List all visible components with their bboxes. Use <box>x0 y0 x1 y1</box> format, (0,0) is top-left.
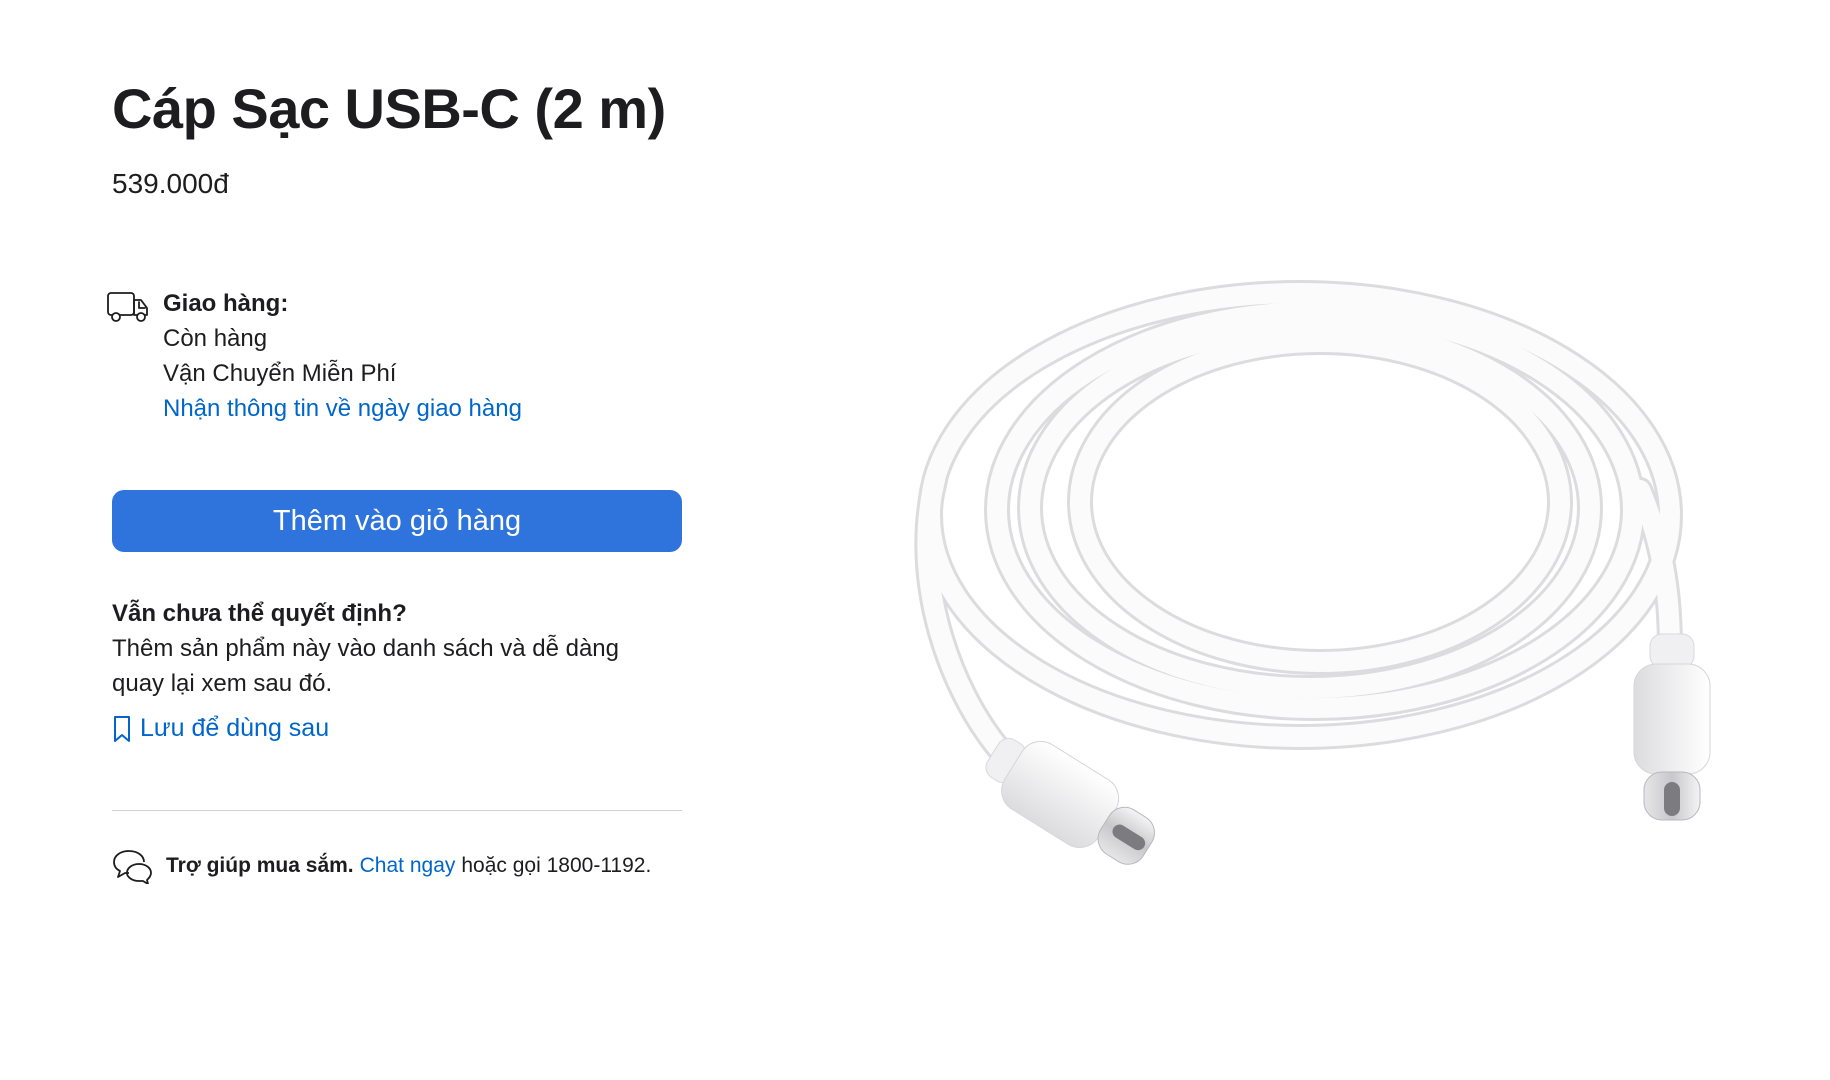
add-to-bag-button[interactable]: Thêm vào giỏ hàng <box>112 490 682 552</box>
bookmark-icon <box>114 715 130 742</box>
save-for-later-link[interactable]: Lưu để dùng sau <box>112 714 329 743</box>
undecided-text-line2: quay lại xem sau đó. <box>112 670 333 697</box>
delivery-date-link[interactable]: Nhận thông tin về ngày giao hàng <box>163 391 522 426</box>
shopping-help: Trợ giúp mua sắm. Chat ngay hoặc gọi 180… <box>112 848 651 884</box>
undecided-section: Vẫn chưa thể quyết định? Thêm sản phẩm n… <box>112 596 682 701</box>
undecided-heading: Vẫn chưa thể quyết định? <box>112 600 407 627</box>
divider <box>112 810 682 811</box>
save-for-later-label: Lưu để dùng sau <box>140 714 330 742</box>
delivery-heading: Giao hàng: <box>163 290 289 317</box>
product-title: Cáp Sạc USB-C (2 m) <box>112 77 666 140</box>
chat-now-link[interactable]: Chat ngay <box>360 854 456 878</box>
stock-status: Còn hàng <box>163 325 268 352</box>
shipping-info: Vận Chuyển Miễn Phí <box>163 360 397 387</box>
help-phone-text: hoặc gọi 1800-1192. <box>461 854 652 877</box>
product-page: Cáp Sạc USB-C (2 m) 539.000đ Giao hàng: … <box>0 0 1830 1080</box>
chat-bubbles-icon <box>113 850 152 884</box>
usb-c-cable-image <box>914 280 1711 865</box>
delivery-details: Giao hàng: Còn hàng Vận Chuyển Miễn Phí … <box>163 286 522 426</box>
undecided-text-line1: Thêm sản phẩm này vào danh sách và dễ dà… <box>112 635 619 662</box>
help-heading: Trợ giúp mua sắm. <box>166 854 354 877</box>
product-price: 539.000đ <box>112 168 229 199</box>
truck-icon <box>107 292 148 322</box>
